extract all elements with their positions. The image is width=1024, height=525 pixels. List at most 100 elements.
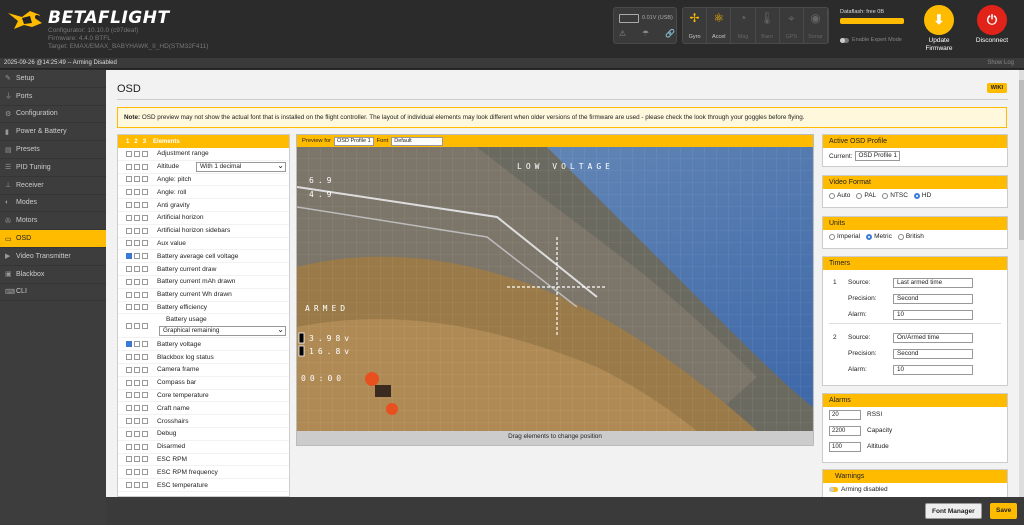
font-select[interactable]: Default <box>391 136 444 146</box>
element-variant-select[interactable]: With 1 decimal <box>196 161 286 172</box>
profile-3-checkbox[interactable] <box>142 341 148 348</box>
profile-2-checkbox[interactable] <box>134 163 140 170</box>
profile-2-checkbox[interactable] <box>134 482 140 489</box>
video_format-option-pal[interactable]: PAL <box>856 192 876 199</box>
profile-1-checkbox[interactable] <box>126 253 132 260</box>
timer-precision-select[interactable]: Second <box>893 349 973 359</box>
radio-icon[interactable] <box>829 233 835 240</box>
profile-3-checkbox[interactable] <box>142 150 148 157</box>
osd-preview-image[interactable]: LOW VOLTAGE 6.9 4.9 ARMED 3.98v 16.8v 00… <box>297 147 813 431</box>
profile-3-checkbox[interactable] <box>142 227 148 234</box>
radio-icon[interactable] <box>897 233 904 240</box>
profile-3-checkbox[interactable] <box>142 214 148 221</box>
profile-3-checkbox[interactable] <box>142 392 148 399</box>
profile-3-checkbox[interactable] <box>142 418 148 425</box>
units-option-imperial[interactable]: Imperial <box>829 233 860 240</box>
profile-3-checkbox[interactable] <box>142 202 148 209</box>
sidebar-item-cli[interactable]: ⌨ CLI <box>0 284 106 302</box>
profile-2-checkbox[interactable] <box>134 214 140 221</box>
show-log-link[interactable]: Show Log <box>987 60 1014 66</box>
profile-1-checkbox[interactable] <box>126 392 132 399</box>
profile-1-checkbox[interactable] <box>126 418 132 425</box>
radio-icon[interactable] <box>829 192 835 199</box>
profile-1-checkbox[interactable] <box>126 266 132 273</box>
profile-3-checkbox[interactable] <box>142 253 148 260</box>
warning-toggle[interactable] <box>829 487 838 492</box>
profile-3-checkbox[interactable] <box>142 163 148 170</box>
profile-2-checkbox[interactable] <box>134 240 140 247</box>
profile-1-checkbox[interactable] <box>126 379 132 386</box>
profile-3-checkbox[interactable] <box>142 304 148 311</box>
profile-1-tab[interactable]: 1 <box>126 139 129 145</box>
profile-2-checkbox[interactable] <box>134 189 140 196</box>
sidebar-item-receiver[interactable]: ⊥ Receiver <box>0 177 106 195</box>
radio-icon[interactable] <box>866 233 873 240</box>
profile-1-checkbox[interactable] <box>126 405 132 412</box>
profile-3-checkbox[interactable] <box>142 366 148 373</box>
sidebar-item-ports[interactable]: ⏚ Ports <box>0 88 106 106</box>
profile-3-checkbox[interactable] <box>142 405 148 412</box>
sidebar-item-presets[interactable]: ▤ Presets <box>0 141 106 159</box>
profile-3-checkbox[interactable] <box>142 456 148 463</box>
link-icon[interactable]: 🔗 <box>665 29 675 38</box>
profile-2-checkbox[interactable] <box>134 227 140 234</box>
alarm-capacity-input[interactable]: 2200 <box>829 426 861 436</box>
radio-icon[interactable] <box>856 192 863 199</box>
profile-1-checkbox[interactable] <box>126 341 132 348</box>
profile-2-tab[interactable]: 2 <box>134 139 137 145</box>
units-option-metric[interactable]: Metric <box>866 233 892 240</box>
video_format-option-ntsc[interactable]: NTSC <box>882 192 908 199</box>
profile-3-checkbox[interactable] <box>142 240 148 247</box>
preview-profile-select[interactable]: OSD Profile 1 <box>334 136 374 146</box>
profile-2-checkbox[interactable] <box>134 379 140 386</box>
profile-1-checkbox[interactable] <box>126 469 132 476</box>
sidebar-item-power-battery[interactable]: ▮ Power & Battery <box>0 123 106 142</box>
profile-1-checkbox[interactable] <box>126 214 132 221</box>
profile-2-checkbox[interactable] <box>134 443 140 450</box>
radio-icon[interactable] <box>882 192 889 199</box>
profile-2-checkbox[interactable] <box>134 405 140 412</box>
video_format-option-auto[interactable]: Auto <box>829 192 850 199</box>
video_format-option-hd[interactable]: HD <box>913 192 931 199</box>
profile-2-checkbox[interactable] <box>134 366 140 373</box>
profile-1-checkbox[interactable] <box>126 176 132 183</box>
sidebar-item-video-transmitter[interactable]: ▶ Video Transmitter <box>0 248 106 266</box>
profile-2-checkbox[interactable] <box>134 202 140 209</box>
update-firmware-button[interactable]: ⬇ <box>924 5 954 35</box>
profile-3-checkbox[interactable] <box>142 323 148 330</box>
profile-2-checkbox[interactable] <box>134 304 140 311</box>
profile-3-checkbox[interactable] <box>142 430 148 437</box>
profile-2-checkbox[interactable] <box>134 341 140 348</box>
profile-3-checkbox[interactable] <box>142 176 148 183</box>
profile-1-checkbox[interactable] <box>126 278 132 285</box>
profile-1-checkbox[interactable] <box>126 227 132 234</box>
update-firmware-label[interactable]: Update Firmware <box>913 37 965 53</box>
sidebar-item-modes[interactable]: ◐ Modes <box>0 195 106 213</box>
profile-2-checkbox[interactable] <box>134 278 140 285</box>
timer-alarm-input[interactable]: 10 <box>893 310 973 320</box>
disconnect-button[interactable]: ⏻ <box>977 5 1007 35</box>
expert-mode-toggle[interactable]: Enable Expert Mode <box>840 37 902 43</box>
timer-precision-select[interactable]: Second <box>893 294 973 304</box>
profile-3-checkbox[interactable] <box>142 354 148 361</box>
profile-2-checkbox[interactable] <box>134 456 140 463</box>
profile-3-checkbox[interactable] <box>142 189 148 196</box>
profile-2-checkbox[interactable] <box>134 176 140 183</box>
profile-1-checkbox[interactable] <box>126 304 132 311</box>
profile-3-checkbox[interactable] <box>142 443 148 450</box>
profile-2-checkbox[interactable] <box>134 266 140 273</box>
profile-2-checkbox[interactable] <box>134 150 140 157</box>
profile-1-checkbox[interactable] <box>126 150 132 157</box>
alarm-altitude-input[interactable]: 100 <box>829 442 861 452</box>
profile-1-checkbox[interactable] <box>126 291 132 298</box>
profile-1-checkbox[interactable] <box>126 456 132 463</box>
profile-1-checkbox[interactable] <box>126 202 132 209</box>
active-profile-select[interactable]: OSD Profile 1 <box>855 151 900 161</box>
profile-1-checkbox[interactable] <box>126 240 132 247</box>
profile-1-checkbox[interactable] <box>126 482 132 489</box>
units-option-british[interactable]: British <box>897 233 924 240</box>
profile-2-checkbox[interactable] <box>134 430 140 437</box>
disconnect-label[interactable]: Disconnect <box>968 37 1016 45</box>
profile-2-checkbox[interactable] <box>134 469 140 476</box>
wiki-button[interactable]: WIKI <box>986 83 1007 93</box>
